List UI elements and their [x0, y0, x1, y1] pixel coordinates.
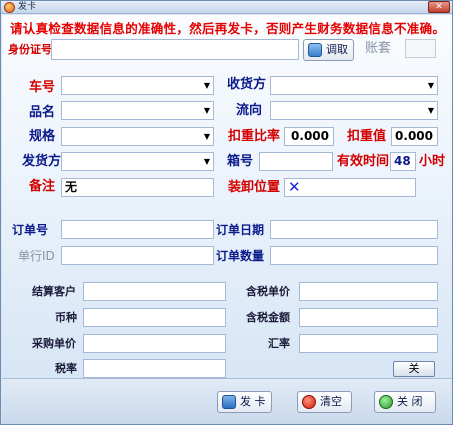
issue-card-button[interactable]: 发 卡 [217, 391, 272, 413]
tax-price-input[interactable] [299, 282, 438, 301]
close-label: 关 闭 [397, 395, 423, 408]
exchange-rate-label: 汇率 [268, 337, 290, 350]
window-title: 发卡 [18, 2, 37, 12]
chevron-down-icon: ▼ [203, 132, 210, 141]
load-position-input[interactable]: ✕ [284, 178, 416, 197]
order-no-label: 订单号 [12, 223, 49, 237]
account-set-input[interactable] [405, 39, 436, 58]
chevron-down-icon: ▼ [203, 81, 210, 90]
card-icon [222, 395, 236, 409]
spec-combo[interactable]: ▼ [61, 127, 214, 146]
close-icon [379, 395, 393, 409]
tax-amount-label: 含税金额 [246, 311, 290, 324]
currency-input[interactable] [83, 308, 226, 327]
query-button-label: 调取 [326, 43, 348, 56]
chevron-down-icon: ▼ [427, 106, 434, 115]
valid-time-label: 有效时间 [337, 154, 390, 169]
clear-button[interactable]: 清空 [297, 391, 352, 413]
issue-card-label: 发 卡 [240, 395, 266, 408]
deduct-ratio-label: 扣重比率 [228, 129, 281, 144]
order-date-input[interactable] [270, 220, 438, 239]
tax-price-label: 含税单价 [246, 285, 290, 298]
tax-rate-label: 税率 [55, 362, 77, 375]
toggle-button[interactable]: 关 [393, 361, 435, 377]
receiver-combo[interactable]: ▼ [270, 76, 438, 95]
order-date-label: 订单日期 [216, 223, 265, 237]
close-button[interactable]: 关 闭 [374, 391, 436, 413]
spec-label: 规格 [29, 129, 56, 144]
product-label: 品名 [29, 105, 56, 120]
title-bar: 发卡 ✕ [1, 1, 452, 14]
box-no-input[interactable] [259, 152, 333, 171]
deduct-value-input[interactable]: 0.000 [391, 127, 438, 146]
app-icon [4, 2, 15, 13]
exchange-rate-input[interactable] [299, 334, 438, 353]
clear-label: 清空 [320, 395, 342, 408]
truck-no-label: 车号 [29, 80, 56, 95]
clear-icon [302, 395, 316, 409]
query-icon [308, 43, 322, 57]
chevron-down-icon: ▼ [203, 157, 210, 166]
id-card-input[interactable] [51, 39, 299, 60]
flow-label: 流向 [236, 103, 263, 118]
shipper-label: 发货方 [22, 154, 62, 169]
shipper-combo[interactable]: ▼ [61, 152, 214, 171]
product-combo[interactable]: ▼ [61, 101, 214, 120]
account-set-label: 账套 [365, 41, 392, 56]
settle-customer-label: 结算客户 [32, 285, 76, 298]
order-qty-input[interactable] [270, 246, 438, 265]
chevron-down-icon: ▼ [203, 106, 210, 115]
currency-label: 币种 [55, 311, 77, 324]
settle-customer-input[interactable] [83, 282, 226, 301]
query-button[interactable]: 调取 [303, 39, 354, 61]
remark-input[interactable]: 无 [61, 178, 214, 197]
valid-time-unit: 小时 [419, 154, 446, 169]
tax-amount-input[interactable] [299, 308, 438, 327]
purchase-price-input[interactable] [83, 334, 226, 353]
warning-message: 请认真检查数据信息的准确性，然后再发卡，否则产生财务数据信息不准确。 [10, 21, 446, 36]
load-position-value: ✕ [288, 178, 301, 196]
window-close-button[interactable]: ✕ [428, 1, 450, 13]
deduct-value-label: 扣重值 [347, 129, 387, 144]
valid-time-input[interactable]: 48 [390, 152, 416, 171]
order-qty-label: 订单数量 [216, 249, 265, 263]
id-card-label: 身份证号 [8, 43, 52, 56]
form-area: 请认真检查数据信息的准确性，然后再发卡，否则产生财务数据信息不准确。 身份证号 … [2, 15, 452, 424]
box-no-label: 箱号 [227, 154, 254, 169]
receiver-label: 收货方 [227, 77, 267, 92]
truck-no-combo[interactable]: ▼ [61, 76, 214, 95]
action-bar: 发 卡 清空 关 闭 [2, 378, 452, 424]
flow-combo[interactable]: ▼ [270, 101, 438, 120]
purchase-price-label: 采购单价 [32, 337, 76, 350]
unit-id-label: 单行ID [18, 249, 55, 263]
remark-label: 备注 [29, 179, 56, 194]
deduct-ratio-input[interactable]: 0.000 [284, 127, 334, 146]
unit-id-input[interactable] [61, 246, 214, 265]
tax-rate-input[interactable] [83, 359, 226, 378]
load-position-label: 装卸位置 [228, 180, 281, 195]
dialog-window: 发卡 ✕ 请认真检查数据信息的准确性，然后再发卡，否则产生财务数据信息不准确。 … [0, 0, 453, 425]
chevron-down-icon: ▼ [427, 81, 434, 90]
order-no-input[interactable] [61, 220, 214, 239]
